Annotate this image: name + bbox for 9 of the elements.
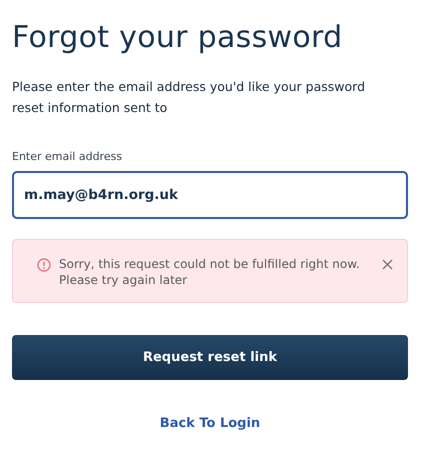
request-reset-button[interactable]: Request reset link bbox=[12, 335, 408, 380]
field-label: Enter email address bbox=[12, 150, 124, 163]
close-icon[interactable] bbox=[382, 259, 393, 270]
warning-icon bbox=[37, 258, 51, 272]
email-field[interactable]: m.may@b4rn.org.uk bbox=[12, 171, 408, 219]
back-to-login-link[interactable]: Back To Login bbox=[160, 416, 260, 431]
page-title: Forgot your password bbox=[12, 19, 344, 57]
alert-message: Sorry, this request could not be fulfilled right now. Please try again later bbox=[59, 256, 361, 288]
instructions-text: Please enter the email address you'd like your password reset information sent to bbox=[12, 78, 366, 117]
